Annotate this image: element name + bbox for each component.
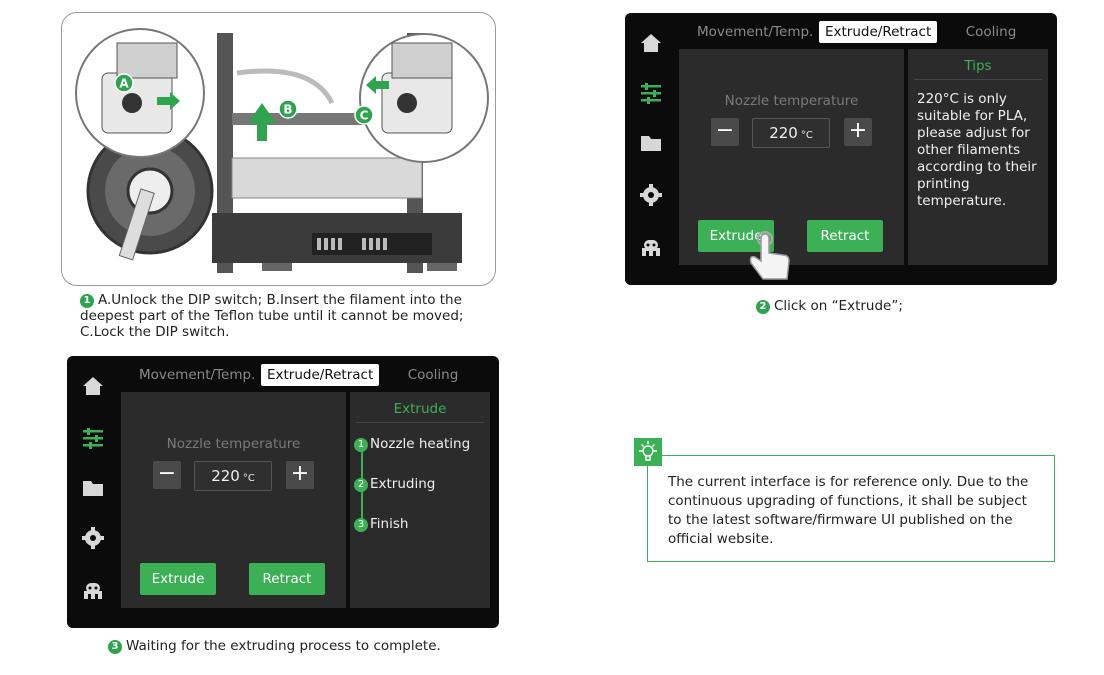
tips-line: suitable for PLA,: [917, 108, 1028, 124]
step-2-number: 2: [756, 300, 770, 314]
tips-line: other filaments: [917, 142, 1021, 158]
step-3-caption: 3 Waiting for the extruding process to co…: [108, 638, 508, 654]
tips-divider: [914, 79, 1042, 80]
note-text: The current interface is for reference o…: [668, 474, 1029, 547]
folder-icon[interactable]: [639, 131, 663, 155]
progress-step-finish: 3 Finish: [354, 516, 408, 532]
home-icon[interactable]: [81, 374, 105, 398]
tap-hand-icon: [749, 231, 790, 280]
gear-icon[interactable]: [81, 526, 105, 550]
screen-extrude-tips: Movement/Temp. Extrude/Retract Cooling N…: [625, 13, 1057, 285]
robot-icon[interactable]: [81, 578, 105, 602]
retract-button[interactable]: Retract: [807, 220, 883, 252]
tips-line: according to their: [917, 159, 1037, 175]
tips-pane: Tips 220°C is only suitable for PLA, ple…: [908, 49, 1048, 265]
temp-value-field[interactable]: 220 °C: [194, 461, 272, 491]
tips-line: please adjust for: [917, 125, 1030, 141]
reference-note: The current interface is for reference o…: [634, 438, 1055, 562]
tab-extrude-retract[interactable]: Extrude/Retract: [261, 364, 379, 386]
temp-value: 220: [211, 467, 240, 485]
step-3-number: 3: [108, 640, 122, 654]
progress-step-extruding: 2 Extruding: [354, 476, 435, 492]
sliders-icon[interactable]: [639, 81, 663, 105]
tab-cooling[interactable]: Cooling: [947, 21, 1035, 43]
nozzle-temperature-label: Nozzle temperature: [724, 93, 859, 109]
temp-unit: °C: [242, 473, 255, 484]
printer-illustration: A B C: [61, 12, 496, 286]
progress-step-nozzle-heating: 1 Nozzle heating: [354, 436, 470, 452]
progress-pane: Extrude 1 Nozzle heating 2 Extruding 3 Fini…: [350, 392, 490, 608]
callout-c: C: [354, 105, 374, 125]
screen-extrude-progress: Movement/Temp. Extrude/Retract Cooling N…: [67, 356, 499, 628]
retract-button[interactable]: Retract: [249, 563, 325, 595]
step-3-text: Waiting for the extruding process to com…: [126, 638, 441, 654]
progress-divider: [356, 422, 484, 423]
home-icon[interactable]: [639, 31, 663, 55]
tips-line: printing: [917, 176, 970, 192]
progress-title: Extrude: [393, 401, 447, 417]
svg-text:C: C: [360, 109, 369, 123]
tab-movement-temp[interactable]: Movement/Temp.: [133, 364, 260, 386]
nozzle-temperature-label: Nozzle temperature: [166, 436, 301, 452]
temp-increase-button[interactable]: +: [286, 461, 314, 489]
temp-increase-button[interactable]: +: [844, 118, 872, 146]
temp-decrease-button[interactable]: −: [153, 461, 181, 489]
svg-text:B: B: [283, 103, 292, 117]
gear-icon[interactable]: [639, 183, 663, 207]
tab-extrude-retract[interactable]: Extrude/Retract: [819, 21, 937, 43]
temp-unit: °C: [800, 130, 813, 141]
sliders-icon[interactable]: [81, 426, 105, 450]
tips-title: Tips: [964, 58, 992, 74]
svg-text:A: A: [119, 77, 129, 91]
lightbulb-icon: [634, 438, 662, 466]
printer-drawing: A B C: [75, 28, 489, 273]
temp-value: 220: [769, 124, 798, 142]
step-1-number: 1: [80, 294, 94, 308]
temp-decrease-button[interactable]: −: [711, 118, 739, 146]
tab-cooling[interactable]: Cooling: [389, 364, 477, 386]
sidebar: [625, 13, 677, 285]
folder-icon[interactable]: [81, 476, 105, 500]
step-1-text: A.Unlock the DIP switch; B.Insert the fi…: [80, 292, 464, 340]
sidebar: [67, 356, 119, 628]
tips-text: 220°C is only suitable for PLA, please a…: [917, 91, 1045, 210]
extrude-button[interactable]: Extrude: [140, 563, 216, 595]
step-2-caption: 2 Click on “Extrude”;: [756, 298, 1056, 314]
temp-value-field[interactable]: 220 °C: [752, 118, 830, 148]
robot-icon[interactable]: [639, 235, 663, 259]
callout-a: A: [114, 73, 134, 93]
tips-line: 220°C is only: [917, 91, 1007, 107]
tab-movement-temp[interactable]: Movement/Temp.: [691, 21, 818, 43]
tips-line: temperature.: [917, 193, 1007, 209]
step-1-caption: 1 A.Unlock the DIP switch; B.Insert the f…: [80, 292, 500, 340]
step-2-text: Click on “Extrude”;: [774, 298, 903, 314]
temperature-pane: Nozzle temperature − 220 °C + Extrude Ret…: [121, 392, 346, 608]
callout-b: B: [278, 99, 298, 119]
